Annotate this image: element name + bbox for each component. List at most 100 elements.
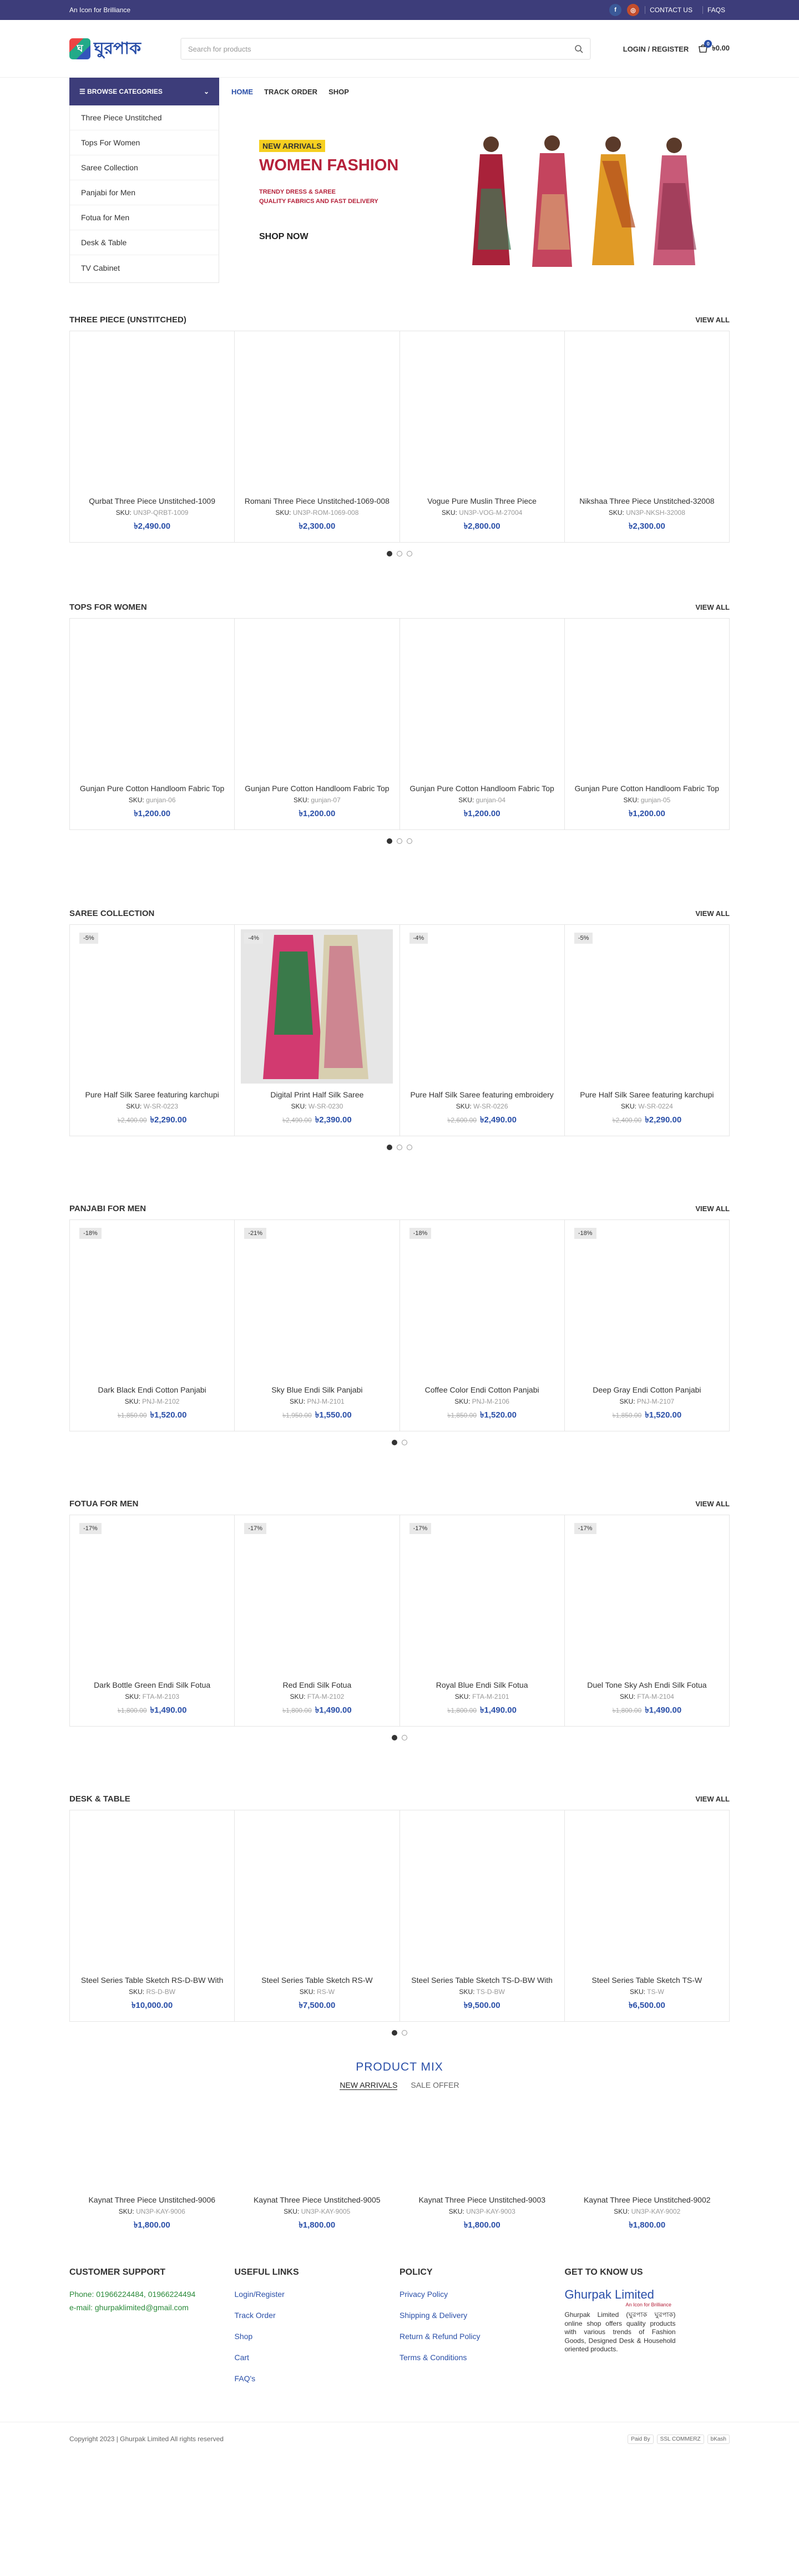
product-image[interactable] <box>571 2094 724 2189</box>
product-card[interactable]: -17% Dark Bottle Green Endi Silk Fotua SKU… <box>70 1515 235 1726</box>
product-image[interactable]: -4% <box>406 929 558 1084</box>
product-name[interactable]: Steel Series Table Sketch RS-W <box>239 1976 395 1985</box>
product-image[interactable] <box>406 623 558 777</box>
carousel-dot[interactable] <box>397 551 402 556</box>
category-item[interactable]: Fotua for Men <box>70 205 219 230</box>
product-name[interactable]: Kaynat Three Piece Unstitched-9005 <box>239 2195 395 2204</box>
footer-link[interactable]: Track Order <box>235 2311 400 2320</box>
product-name[interactable]: Pure Half Silk Saree featuring karchupi <box>569 1090 725 1099</box>
category-item[interactable]: TV Cabinet <box>70 255 219 280</box>
product-card[interactable]: Kaynat Three Piece Unstitched-9002 SKU: U… <box>565 2090 730 2245</box>
carousel-dot[interactable] <box>407 551 412 556</box>
product-image[interactable]: -18% <box>76 1224 229 1379</box>
view-all-link[interactable]: VIEW ALL <box>695 316 730 324</box>
product-card[interactable]: -5% Pure Half Silk Saree featuring karchu… <box>70 925 235 1136</box>
product-card[interactable]: -5% Pure Half Silk Saree featuring karchu… <box>565 925 729 1136</box>
product-image[interactable] <box>241 1815 393 1969</box>
product-image[interactable] <box>570 336 723 490</box>
view-all-link[interactable]: VIEW ALL <box>695 1500 730 1508</box>
product-card[interactable]: -18% Deep Gray Endi Cotton Panjabi SKU: PN… <box>565 1220 729 1431</box>
footer-link[interactable]: Privacy Policy <box>400 2290 565 2299</box>
product-image[interactable] <box>241 336 393 490</box>
footer-link[interactable]: Return & Refund Policy <box>400 2332 565 2341</box>
product-card[interactable]: Steel Series Table Sketch TS-D-BW With SK… <box>400 1810 565 2021</box>
product-image[interactable] <box>241 623 393 777</box>
carousel-dot[interactable] <box>402 2030 407 2036</box>
footer-email[interactable]: e-mail: ghurpaklimited@gmail.com <box>69 2303 235 2312</box>
product-card[interactable]: Nikshaa Three Piece Unstitched-32008 SKU:… <box>565 331 729 542</box>
view-all-link[interactable]: VIEW ALL <box>695 1205 730 1213</box>
product-image[interactable] <box>76 336 229 490</box>
category-item[interactable]: Desk & Table <box>70 230 219 255</box>
product-image[interactable]: -17% <box>406 1520 558 1674</box>
product-card[interactable]: -18% Coffee Color Endi Cotton Panjabi SKU:… <box>400 1220 565 1431</box>
product-card[interactable]: Gunjan Pure Cotton Handloom Fabric Top SK… <box>235 619 400 829</box>
product-name[interactable]: Pure Half Silk Saree featuring karchupi <box>74 1090 230 1099</box>
facebook-icon[interactable]: f <box>609 4 622 16</box>
tab-sale-offer[interactable]: SALE OFFER <box>411 2081 459 2090</box>
product-name[interactable]: Pure Half Silk Saree featuring embroider… <box>404 1090 560 1099</box>
carousel-dot[interactable] <box>407 838 412 844</box>
carousel-dot[interactable] <box>397 838 402 844</box>
product-card[interactable]: -21% Sky Blue Endi Silk Panjabi SKU: PNJ-M… <box>235 1220 400 1431</box>
product-name[interactable]: Kaynat Three Piece Unstitched-9006 <box>74 2195 230 2204</box>
product-name[interactable]: Kaynat Three Piece Unstitched-9003 <box>404 2195 560 2204</box>
product-name[interactable]: Gunjan Pure Cotton Handloom Fabric Top <box>239 784 395 793</box>
carousel-dot[interactable] <box>397 1145 402 1150</box>
product-card[interactable]: Gunjan Pure Cotton Handloom Fabric Top SK… <box>70 619 235 829</box>
product-name[interactable]: Coffee Color Endi Cotton Panjabi <box>404 1385 560 1394</box>
product-image[interactable] <box>406 2094 558 2189</box>
category-item[interactable]: Saree Collection <box>70 155 219 180</box>
product-image[interactable]: -4% <box>241 929 393 1084</box>
product-name[interactable]: Duel Tone Sky Ash Endi Silk Fotua <box>569 1681 725 1689</box>
cart-button[interactable]: 0 ৳0.00 <box>697 39 730 55</box>
nav-track-order[interactable]: TRACK ORDER <box>264 88 317 96</box>
carousel-dot[interactable] <box>407 1145 412 1150</box>
product-name[interactable]: Royal Blue Endi Silk Fotua <box>404 1681 560 1689</box>
category-item[interactable]: Panjabi for Men <box>70 180 219 205</box>
site-logo[interactable]: ঘ ঘুরপাক <box>69 35 180 63</box>
product-image[interactable] <box>406 1815 558 1969</box>
product-card[interactable]: Kaynat Three Piece Unstitched-9005 SKU: U… <box>235 2090 400 2245</box>
view-all-link[interactable]: VIEW ALL <box>695 603 730 611</box>
carousel-dot[interactable] <box>402 1735 407 1740</box>
product-card[interactable]: Gunjan Pure Cotton Handloom Fabric Top SK… <box>565 619 729 829</box>
footer-link[interactable]: Login/Register <box>235 2290 400 2299</box>
hero-banner[interactable]: NEW ARRIVALS WOMEN FASHION TRENDY DRESS … <box>230 105 730 283</box>
footer-phone[interactable]: Phone: 01966224484, 01966224494 <box>69 2290 235 2299</box>
product-name[interactable]: Gunjan Pure Cotton Handloom Fabric Top <box>404 784 560 793</box>
product-card[interactable]: -17% Red Endi Silk Fotua SKU: FTA-M-2102 ৳1… <box>235 1515 400 1726</box>
product-image[interactable]: -18% <box>406 1224 558 1379</box>
product-name[interactable]: Gunjan Pure Cotton Handloom Fabric Top <box>74 784 230 793</box>
footer-link[interactable]: Shop <box>235 2332 400 2341</box>
nav-home[interactable]: HOME <box>231 88 253 96</box>
product-image[interactable]: -17% <box>76 1520 229 1674</box>
footer-link[interactable]: FAQ's <box>235 2374 400 2383</box>
carousel-dot[interactable] <box>387 838 392 844</box>
login-register-link[interactable]: LOGIN / REGISTER <box>623 45 689 53</box>
view-all-link[interactable]: VIEW ALL <box>695 1795 730 1803</box>
footer-link[interactable]: Cart <box>235 2353 400 2362</box>
carousel-dot[interactable] <box>387 1145 392 1150</box>
product-card[interactable]: -17% Royal Blue Endi Silk Fotua SKU: FTA-M… <box>400 1515 565 1726</box>
search-icon[interactable] <box>574 44 583 53</box>
view-all-link[interactable]: VIEW ALL <box>695 909 730 918</box>
product-image[interactable]: -17% <box>241 1520 393 1674</box>
product-image[interactable] <box>76 1815 229 1969</box>
faqs-link[interactable]: FAQS <box>702 6 730 14</box>
product-image[interactable] <box>570 623 723 777</box>
nav-shop[interactable]: SHOP <box>328 88 349 96</box>
carousel-dot[interactable] <box>387 551 392 556</box>
carousel-dot[interactable] <box>392 2030 397 2036</box>
product-image[interactable] <box>570 1815 723 1969</box>
product-image[interactable] <box>75 2094 228 2189</box>
browse-categories-button[interactable]: ☰ Browse Categories ⌄ <box>69 78 219 105</box>
search-input[interactable]: Search for products <box>180 38 591 60</box>
product-card[interactable]: Steel Series Table Sketch TS-W SKU: TS-W ৳… <box>565 1810 729 2021</box>
product-name[interactable]: Steel Series Table Sketch RS-D-BW With <box>74 1976 230 1985</box>
product-image[interactable] <box>406 336 558 490</box>
product-name[interactable]: Deep Gray Endi Cotton Panjabi <box>569 1385 725 1394</box>
contact-us-link[interactable]: CONTACT US <box>645 6 697 14</box>
product-image[interactable]: -5% <box>570 929 723 1084</box>
footer-link[interactable]: Shipping & Delivery <box>400 2311 565 2320</box>
